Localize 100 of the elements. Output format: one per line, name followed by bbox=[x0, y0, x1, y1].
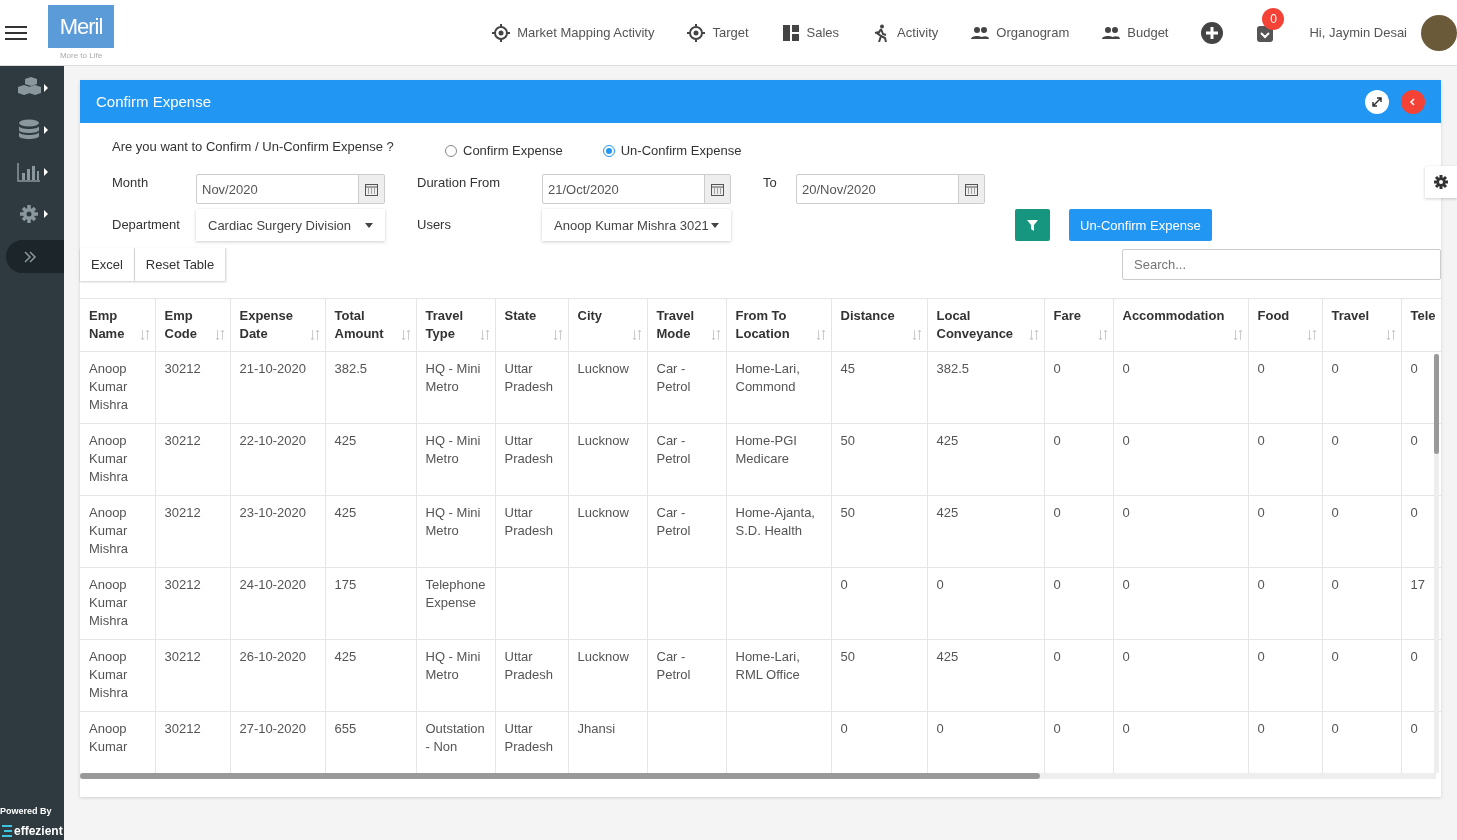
sort-icon[interactable] bbox=[479, 329, 490, 341]
column-header[interactable]: Fare bbox=[1044, 299, 1113, 352]
column-header[interactable]: Tele bbox=[1401, 299, 1441, 352]
date-field[interactable]: 20/Nov/2020 bbox=[796, 174, 985, 204]
table-cell: 425 bbox=[927, 495, 1044, 568]
column-header[interactable]: Food bbox=[1248, 299, 1322, 352]
table-cell: 382.5 bbox=[325, 351, 416, 424]
caret-icon bbox=[44, 84, 48, 92]
double-chevron-icon[interactable] bbox=[23, 249, 37, 264]
database-icon[interactable] bbox=[16, 119, 42, 141]
table-cell: Home-Lari, Commond bbox=[726, 351, 831, 424]
calendar-icon[interactable] bbox=[365, 182, 378, 196]
date-field[interactable]: Nov/2020 bbox=[196, 174, 385, 204]
table-cell: Car - Petrol bbox=[647, 423, 726, 496]
table-cell: 425 bbox=[927, 639, 1044, 712]
sort-icon[interactable] bbox=[1385, 329, 1396, 341]
sort-icon[interactable] bbox=[400, 329, 411, 341]
sort-icon[interactable] bbox=[139, 329, 150, 341]
calendar-icon[interactable] bbox=[965, 182, 978, 196]
avatar[interactable] bbox=[1421, 14, 1457, 51]
sort-icon[interactable] bbox=[710, 329, 721, 341]
column-header[interactable]: From To Location bbox=[726, 299, 831, 352]
table-cell: 0 bbox=[1248, 423, 1322, 496]
radio-option[interactable]: Confirm Expense bbox=[445, 143, 563, 158]
expand-button[interactable] bbox=[1365, 89, 1389, 114]
filter-button[interactable] bbox=[1015, 209, 1050, 241]
column-header[interactable]: Travel Type bbox=[416, 299, 495, 352]
sort-icon[interactable] bbox=[1306, 329, 1317, 341]
table-cell: 30212 bbox=[155, 639, 230, 712]
bar-chart-icon[interactable] bbox=[16, 161, 42, 183]
scrollbar-thumb[interactable] bbox=[80, 773, 1040, 779]
nav-link[interactable]: Sales bbox=[781, 23, 840, 42]
table-cell: 0 bbox=[1322, 639, 1401, 712]
search-field[interactable]: Search... bbox=[1122, 249, 1441, 280]
column-header[interactable]: Emp Name bbox=[80, 299, 155, 352]
sort-icon[interactable] bbox=[552, 329, 563, 341]
column-header[interactable]: Travel bbox=[1322, 299, 1401, 352]
logo-tagline: More to Life bbox=[59, 51, 103, 60]
panel-title: Confirm Expense bbox=[96, 93, 213, 110]
field-label: Duration From bbox=[417, 175, 502, 190]
field-label: Month bbox=[112, 175, 150, 190]
nav-link[interactable]: Target bbox=[687, 23, 749, 42]
column-header[interactable]: Emp Code bbox=[155, 299, 230, 352]
table-cell: 0 bbox=[1044, 567, 1113, 640]
table-cell: Anoop Kumar Mishra bbox=[80, 567, 155, 640]
column-header[interactable]: State bbox=[495, 299, 568, 352]
table-action-button[interactable]: Reset Table bbox=[134, 248, 227, 281]
table-cell: Anoop Kumar Mishra bbox=[80, 495, 155, 568]
add-icon[interactable] bbox=[1201, 21, 1224, 44]
table-cell: HQ - Mini Metro bbox=[416, 639, 495, 712]
sort-icon[interactable] bbox=[815, 329, 826, 341]
menu-icon[interactable] bbox=[5, 24, 27, 41]
settings-button[interactable] bbox=[1425, 166, 1457, 198]
table-cell: Anoop Kumar Mishra bbox=[80, 423, 155, 496]
column-header[interactable]: Accommodation bbox=[1113, 299, 1248, 352]
column-header[interactable]: Total Amount bbox=[325, 299, 416, 352]
sort-icon[interactable] bbox=[214, 329, 225, 341]
column-header[interactable]: City bbox=[568, 299, 647, 352]
sort-icon[interactable] bbox=[1097, 329, 1108, 341]
table-cell: Uttar Pradesh bbox=[495, 351, 568, 424]
target-icon bbox=[492, 23, 511, 42]
nav-link[interactable]: Activity bbox=[872, 23, 939, 42]
sort-icon[interactable] bbox=[631, 329, 642, 341]
collapse-button[interactable] bbox=[1401, 89, 1425, 114]
sort-icon[interactable] bbox=[1028, 329, 1039, 341]
table-cell: Uttar Pradesh bbox=[495, 639, 568, 712]
table-cell: 0 bbox=[1248, 639, 1322, 712]
table-cell: 0 bbox=[1248, 567, 1322, 640]
table-cell: Anoop Kumar Mishra bbox=[80, 639, 155, 712]
table-cell: 175 bbox=[325, 567, 416, 640]
dropdown[interactable]: Anoop Kumar Mishra 3021 bbox=[542, 209, 731, 241]
settings-icon bbox=[1433, 174, 1449, 190]
scrollbar-thumb[interactable] bbox=[1434, 354, 1439, 454]
table-cell: 0 bbox=[1044, 495, 1113, 568]
column-header[interactable]: Local Conveyance bbox=[927, 299, 1044, 352]
table-cell: Lucknow bbox=[568, 423, 647, 496]
sort-icon[interactable] bbox=[1232, 329, 1243, 341]
table-cell: Uttar Pradesh bbox=[495, 423, 568, 496]
nav-link[interactable]: Organogram bbox=[971, 23, 1070, 42]
column-header[interactable]: Expense Date bbox=[230, 299, 325, 352]
table-cell: 0 bbox=[1322, 423, 1401, 496]
radio-option[interactable]: Un-Confirm Expense bbox=[602, 143, 742, 158]
caret-icon bbox=[44, 210, 48, 218]
sort-icon[interactable] bbox=[309, 329, 320, 341]
nav-link[interactable]: Market Mapping Activity bbox=[492, 23, 655, 42]
expand-icon bbox=[1371, 95, 1383, 108]
nav-link[interactable]: Budget bbox=[1102, 23, 1169, 42]
column-header[interactable]: Distance bbox=[831, 299, 927, 352]
table-cell: 50 bbox=[831, 423, 927, 496]
table-cell: 30212 bbox=[155, 423, 230, 496]
sort-icon[interactable] bbox=[911, 329, 922, 341]
user-greeting[interactable]: Hi, Jaymin Desai bbox=[1309, 25, 1407, 40]
dropdown[interactable]: Cardiac Surgery Division bbox=[196, 209, 385, 241]
calendar-icon[interactable] bbox=[711, 182, 724, 196]
date-field[interactable]: 21/Oct/2020 bbox=[542, 174, 731, 204]
table-cell: 0 bbox=[1113, 351, 1248, 424]
table-cell: 425 bbox=[325, 423, 416, 496]
table-action-button[interactable]: Excel bbox=[80, 248, 135, 281]
column-header[interactable]: Travel Mode bbox=[647, 299, 726, 352]
table-cell: 30212 bbox=[155, 495, 230, 568]
